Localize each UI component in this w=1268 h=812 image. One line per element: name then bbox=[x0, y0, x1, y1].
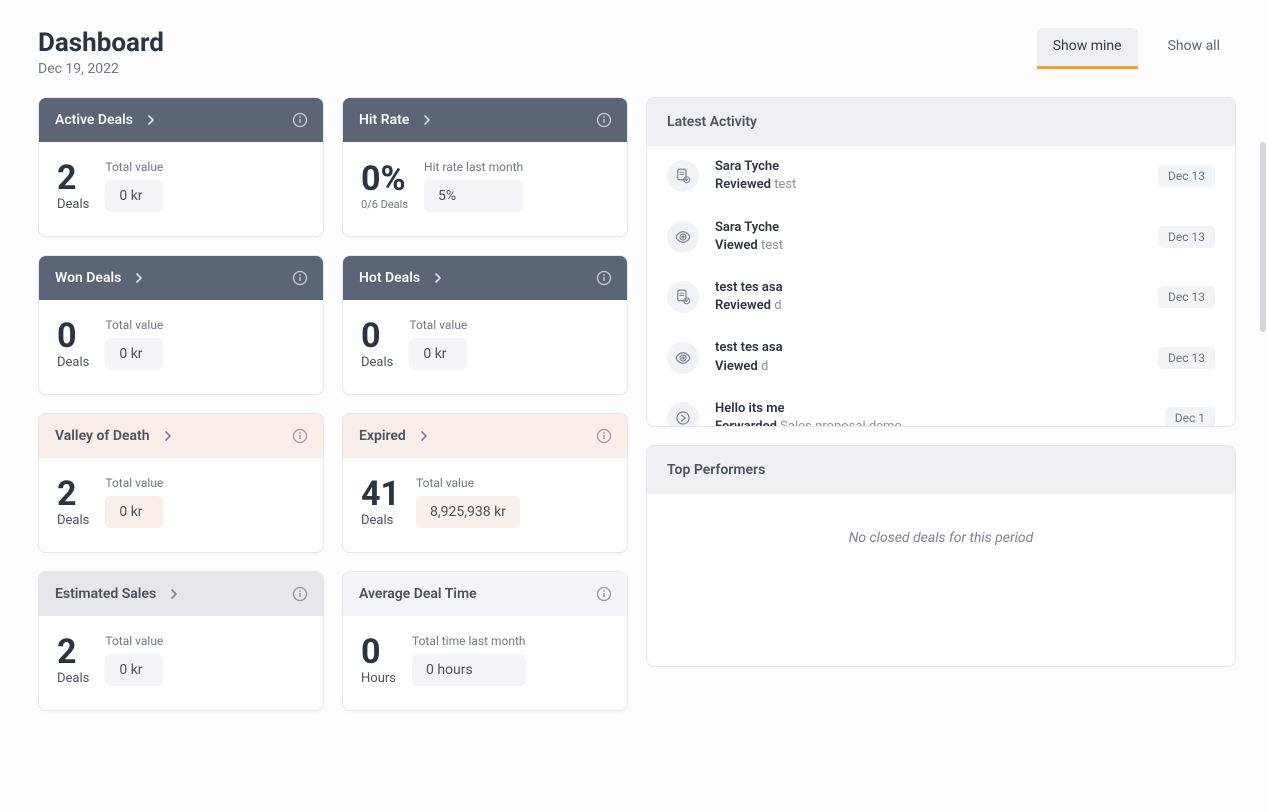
total-value: 0 kr bbox=[105, 338, 163, 370]
card-title: Valley of Death bbox=[55, 428, 150, 444]
card-average-deal-time[interactable]: Average Deal Time 0 Hours Total time las… bbox=[342, 571, 628, 711]
total-value: 0 kr bbox=[105, 654, 163, 686]
card-title: Average Deal Time bbox=[359, 586, 477, 602]
panel-title: Top Performers bbox=[647, 446, 1235, 494]
info-icon[interactable] bbox=[595, 427, 613, 445]
total-value-label: Total value bbox=[105, 160, 163, 174]
chevron-right-icon bbox=[166, 586, 182, 602]
activity-text: test tes asaViewed d bbox=[715, 339, 1142, 375]
info-icon[interactable] bbox=[291, 111, 309, 129]
avg-deal-label: Total time last month bbox=[412, 634, 526, 648]
info-icon[interactable] bbox=[595, 585, 613, 603]
view-icon bbox=[667, 342, 699, 374]
card-title: Estimated Sales bbox=[55, 586, 156, 602]
forward-icon bbox=[667, 402, 699, 426]
activity-date: Dec 1 bbox=[1165, 407, 1215, 426]
scrollbar-indicator[interactable] bbox=[1260, 142, 1266, 332]
deal-count: 2 bbox=[57, 635, 77, 669]
card-hot-deals[interactable]: Hot Deals 0 Deals Total value 0 bbox=[342, 255, 628, 395]
activity-row[interactable]: Sara TycheReviewed test Dec 13 bbox=[647, 146, 1235, 206]
card-hit-rate[interactable]: Hit Rate 0% 0/6 Deals Hit rate last mont… bbox=[342, 97, 628, 237]
activity-date: Dec 13 bbox=[1158, 165, 1215, 187]
activity-row[interactable]: test tes asaReviewed d Dec 13 bbox=[647, 267, 1235, 327]
activity-date: Dec 13 bbox=[1158, 226, 1215, 248]
total-value: 8,925,938 kr bbox=[416, 496, 520, 528]
review-icon bbox=[667, 160, 699, 192]
deal-unit: Deals bbox=[57, 197, 89, 212]
panel-top-performers: Top Performers No closed deals for this … bbox=[646, 445, 1236, 667]
card-won-deals[interactable]: Won Deals 0 Deals Total value 0 bbox=[38, 255, 324, 395]
hours-count: 0 bbox=[361, 635, 381, 669]
card-active-deals[interactable]: Active Deals 2 Deals Total value bbox=[38, 97, 324, 237]
deal-count: 41 bbox=[361, 477, 400, 511]
card-title: Active Deals bbox=[55, 112, 133, 128]
hours-unit: Hours bbox=[361, 671, 396, 686]
deal-unit: Deals bbox=[57, 355, 89, 370]
hit-rate-deals: 0/6 Deals bbox=[361, 198, 408, 211]
card-estimated-sales[interactable]: Estimated Sales 2 Deals Total value bbox=[38, 571, 324, 711]
info-icon[interactable] bbox=[291, 427, 309, 445]
activity-row[interactable]: Sara TycheViewed test Dec 13 bbox=[647, 207, 1235, 267]
card-title: Won Deals bbox=[55, 270, 121, 286]
page-date: Dec 19, 2022 bbox=[38, 61, 164, 77]
panel-title: Latest Activity bbox=[647, 98, 1235, 146]
view-tabs: Show mine Show all bbox=[1037, 28, 1236, 69]
chevron-right-icon bbox=[419, 112, 435, 128]
activity-text: test tes asaReviewed d bbox=[715, 279, 1142, 315]
card-title: Hot Deals bbox=[359, 270, 420, 286]
deal-count: 0 bbox=[57, 319, 77, 353]
deal-count: 2 bbox=[57, 477, 77, 511]
activity-text: Sara TycheViewed test bbox=[715, 219, 1142, 255]
review-icon bbox=[667, 281, 699, 313]
hit-rate-percent: 0% bbox=[361, 162, 406, 196]
total-value: 0 kr bbox=[105, 496, 163, 528]
hit-rate-prev: 5% bbox=[424, 180, 523, 212]
tab-show-all[interactable]: Show all bbox=[1152, 28, 1236, 66]
total-value-label: Total value bbox=[409, 318, 467, 332]
view-icon bbox=[667, 221, 699, 253]
info-icon[interactable] bbox=[595, 111, 613, 129]
info-icon[interactable] bbox=[291, 585, 309, 603]
card-expired[interactable]: Expired 41 Deals Total value 8, bbox=[342, 413, 628, 553]
total-value-label: Total value bbox=[105, 476, 163, 490]
page-title: Dashboard bbox=[38, 28, 164, 59]
top-performers-empty: No closed deals for this period bbox=[647, 494, 1235, 666]
total-value-label: Total value bbox=[105, 634, 163, 648]
card-title: Expired bbox=[359, 428, 406, 444]
deal-unit: Deals bbox=[361, 355, 393, 370]
deal-count: 2 bbox=[57, 161, 77, 195]
total-value: 0 kr bbox=[105, 180, 163, 212]
card-valley-of-death[interactable]: Valley of Death 2 Deals Total value bbox=[38, 413, 324, 553]
hit-rate-label: Hit rate last month bbox=[424, 160, 523, 174]
tab-show-mine[interactable]: Show mine bbox=[1037, 28, 1138, 69]
activity-row[interactable]: test tes asaViewed d Dec 13 bbox=[647, 327, 1235, 387]
total-value: 0 kr bbox=[409, 338, 467, 370]
chevron-right-icon bbox=[131, 270, 147, 286]
avg-deal-value: 0 hours bbox=[412, 654, 526, 686]
total-value-label: Total value bbox=[416, 476, 520, 490]
deal-unit: Deals bbox=[361, 513, 393, 528]
activity-date: Dec 13 bbox=[1158, 347, 1215, 369]
chevron-right-icon bbox=[143, 112, 159, 128]
deal-count: 0 bbox=[361, 319, 381, 353]
chevron-right-icon bbox=[160, 428, 176, 444]
activity-date: Dec 13 bbox=[1158, 286, 1215, 308]
activity-row[interactable]: Hello its meForwarded Sales proposal dem… bbox=[647, 388, 1235, 427]
total-value-label: Total value bbox=[105, 318, 163, 332]
info-icon[interactable] bbox=[291, 269, 309, 287]
info-icon[interactable] bbox=[595, 269, 613, 287]
chevron-right-icon bbox=[430, 270, 446, 286]
activity-text: Sara TycheReviewed test bbox=[715, 158, 1142, 194]
deal-unit: Deals bbox=[57, 671, 89, 686]
deal-unit: Deals bbox=[57, 513, 89, 528]
panel-latest-activity: Latest Activity Sara TycheReviewed test D… bbox=[646, 97, 1236, 427]
activity-text: Hello its meForwarded Sales proposal dem… bbox=[715, 400, 1149, 427]
chevron-right-icon bbox=[416, 428, 432, 444]
card-title: Hit Rate bbox=[359, 112, 409, 128]
